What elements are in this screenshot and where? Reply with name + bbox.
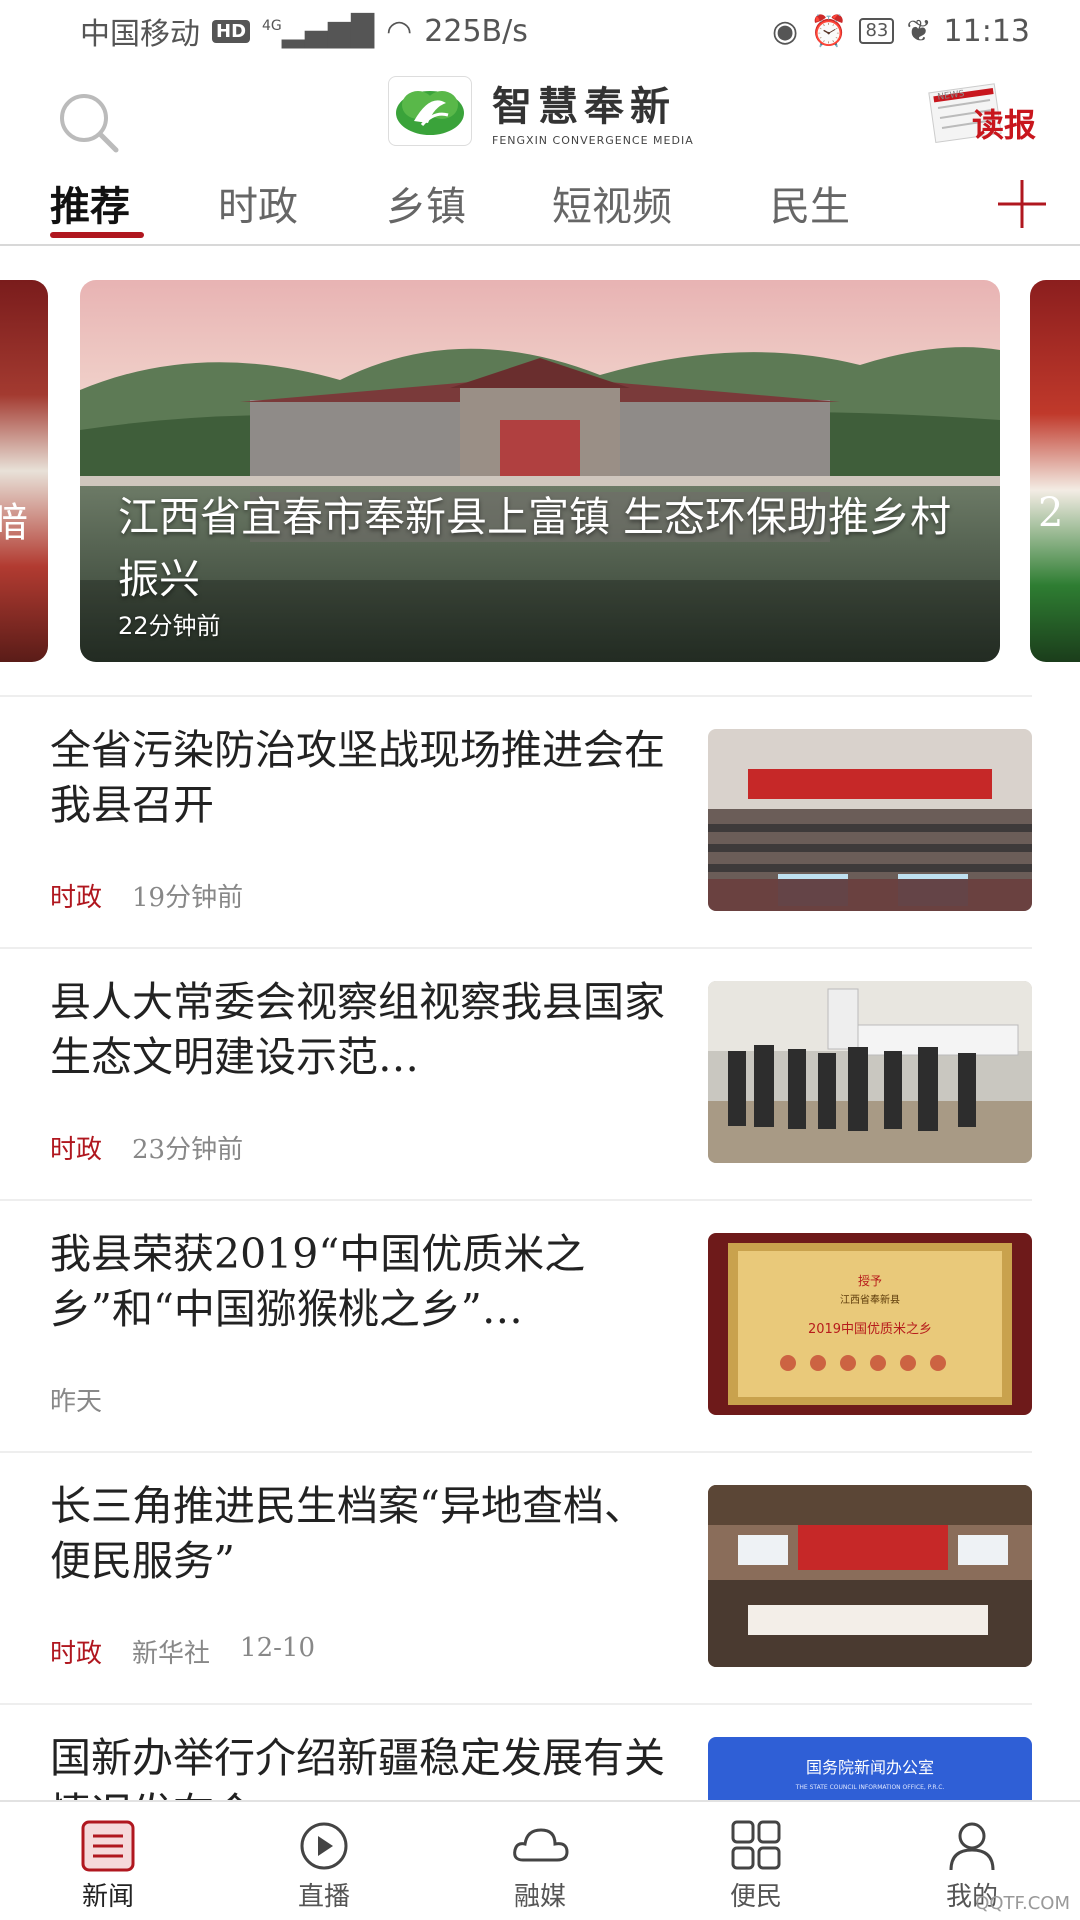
status-bar: 中国移动 HD 4G▂▄▆█ ◠ 225B/s ◉ ⏰ 83 ❦ 11:13 [0,0,1080,62]
news-thumbnail [708,981,1032,1163]
headline-carousel[interactable]: 暗 江西省宜春市奉新县上富镇 生态环保助推乡村振兴 22分钟前 2 [0,280,1080,662]
nav-label: 直播 [297,1882,350,1912]
cellular-signal-icon: 4G▂▄▆█ [262,13,375,49]
search-icon[interactable] [54,88,124,158]
certificate-line1: 授予 [858,1273,882,1288]
nav-media[interactable]: 融媒 [480,1820,600,1913]
slide-title: 江西省宜春市奉新县上富镇 生态环保助推乡村振兴 [118,493,952,603]
read-paper-button[interactable]: NEWS 读报 [926,80,1036,150]
play-circle-icon [300,1822,348,1870]
logo-title: 智慧奉新 [492,84,676,130]
news-time: 23分钟前 [132,1135,244,1165]
clock-time: 11:13 [943,13,1030,49]
news-source: 新华社 [132,1639,211,1669]
press-thumb-line2: THE STATE COUNCIL INFORMATION OFFICE, P.… [795,1784,945,1791]
certificate-line2: 江西省奉新县 [840,1293,900,1306]
logo-mark-icon [388,75,472,146]
nav-convenience[interactable]: 便民 [696,1820,816,1913]
logo-subtitle: FENGXIN CONVERGENCE MEDIA [492,134,694,147]
watermark: QQTF.COM [975,1893,1070,1914]
news-thumbnail [708,729,1032,911]
tab-politics[interactable]: 时政 [218,174,298,232]
certificate-line3: 2019中国优质米之乡 [808,1322,932,1337]
network-speed: 225B/s [424,13,528,49]
news-meta: 时政 新华社 12-10 [50,1633,315,1670]
eye-icon: ◉ [771,13,799,49]
divider [0,1451,1032,1453]
news-thumbnail [708,1485,1032,1667]
tab-short-video[interactable]: 短视频 [552,174,672,232]
news-category: 时政 [50,883,103,913]
read-paper-label: 读报 [971,106,1036,144]
news-meta: 昨天 [50,1381,102,1418]
status-right: ◉ ⏰ 83 ❦ 11:13 [772,14,1030,49]
hd-badge: HD [212,19,251,43]
alarm-icon: ⏰ [810,13,848,49]
list-item[interactable]: 长三角推进民生档案“异地查档、便民服务” 时政 新华社 12-10 [0,1451,1080,1703]
news-title: 长三角推进民生档案“异地查档、便民服务” [50,1482,645,1585]
divider [0,1199,1032,1201]
cloud-icon [513,1828,569,1862]
news-title: 县人大常委会视察组视察我县国家生态文明建设示范… [50,978,665,1081]
add-channel-icon[interactable] [994,176,1050,232]
tab-active-indicator [50,232,144,238]
divider [0,947,1032,949]
news-list-icon [81,1820,135,1872]
news-time: 昨天 [50,1387,103,1417]
wifi-icon: ◠ [386,13,413,49]
news-title: 全省污染防治攻坚战现场推进会在我县召开 [50,726,665,829]
carousel-prev-slide[interactable]: 暗 [0,280,48,662]
person-icon [949,1822,995,1871]
news-title: 我县荣获2019“中国优质米之乡”和“中国猕猴桃之乡”… [50,1230,586,1333]
tab-recommend[interactable]: 推荐 [50,174,130,232]
tab-towns[interactable]: 乡镇 [386,174,466,232]
carousel-next-slide[interactable]: 2 [1030,280,1080,662]
divider [0,1703,1032,1705]
app-logo: 智慧奉新 FENGXIN CONVERGENCE MEDIA [388,74,694,147]
battery-icon: 83 [859,18,895,44]
divider [0,695,1032,697]
slide-time: 22分钟前 [118,612,221,640]
news-meta: 时政 19分钟前 [50,877,243,914]
list-item[interactable]: 我县荣获2019“中国优质米之乡”和“中国猕猴桃之乡”… 昨天 授予 江西省奉新… [0,1199,1080,1451]
grid-icon [731,1820,781,1870]
news-thumbnail: 授予 江西省奉新县 2019中国优质米之乡 [708,1233,1032,1415]
news-time: 12-10 [240,1633,315,1663]
tab-livelihood[interactable]: 民生 [770,174,850,232]
carousel-slide[interactable]: 江西省宜春市奉新县上富镇 生态环保助推乡村振兴 22分钟前 [80,280,1000,662]
nav-label: 便民 [729,1882,782,1912]
news-category: 时政 [50,1135,103,1165]
status-left: 中国移动 HD 4G▂▄▆█ ◠ 225B/s [80,9,528,53]
nav-live[interactable]: 直播 [264,1820,384,1913]
carrier-name: 中国移动 [80,17,200,52]
press-thumb-line1: 国务院新闻办公室 [806,1758,934,1777]
leaf-icon: ❦ [906,13,932,49]
bottom-nav: 新闻 直播 融媒 便民 我的 QQTF.COM [0,1800,1080,1920]
channel-tabs: 推荐 时政 乡镇 短视频 民生 [0,166,1080,246]
nav-news[interactable]: 新闻 [48,1820,168,1913]
news-meta: 时政 23分钟前 [50,1129,243,1166]
news-category: 时政 [50,1639,103,1669]
nav-label: 融媒 [513,1882,566,1912]
logo-text: 智慧奉新 FENGXIN CONVERGENCE MEDIA [492,74,694,147]
list-item[interactable]: 县人大常委会视察组视察我县国家生态文明建设示范… 时政 23分钟前 [0,947,1080,1199]
nav-label: 新闻 [81,1882,134,1912]
news-time: 19分钟前 [132,883,244,913]
app-header: 智慧奉新 FENGXIN CONVERGENCE MEDIA NEWS 读报 [0,62,1080,166]
list-item[interactable]: 全省污染防治攻坚战现场推进会在我县召开 时政 19分钟前 [0,695,1080,947]
